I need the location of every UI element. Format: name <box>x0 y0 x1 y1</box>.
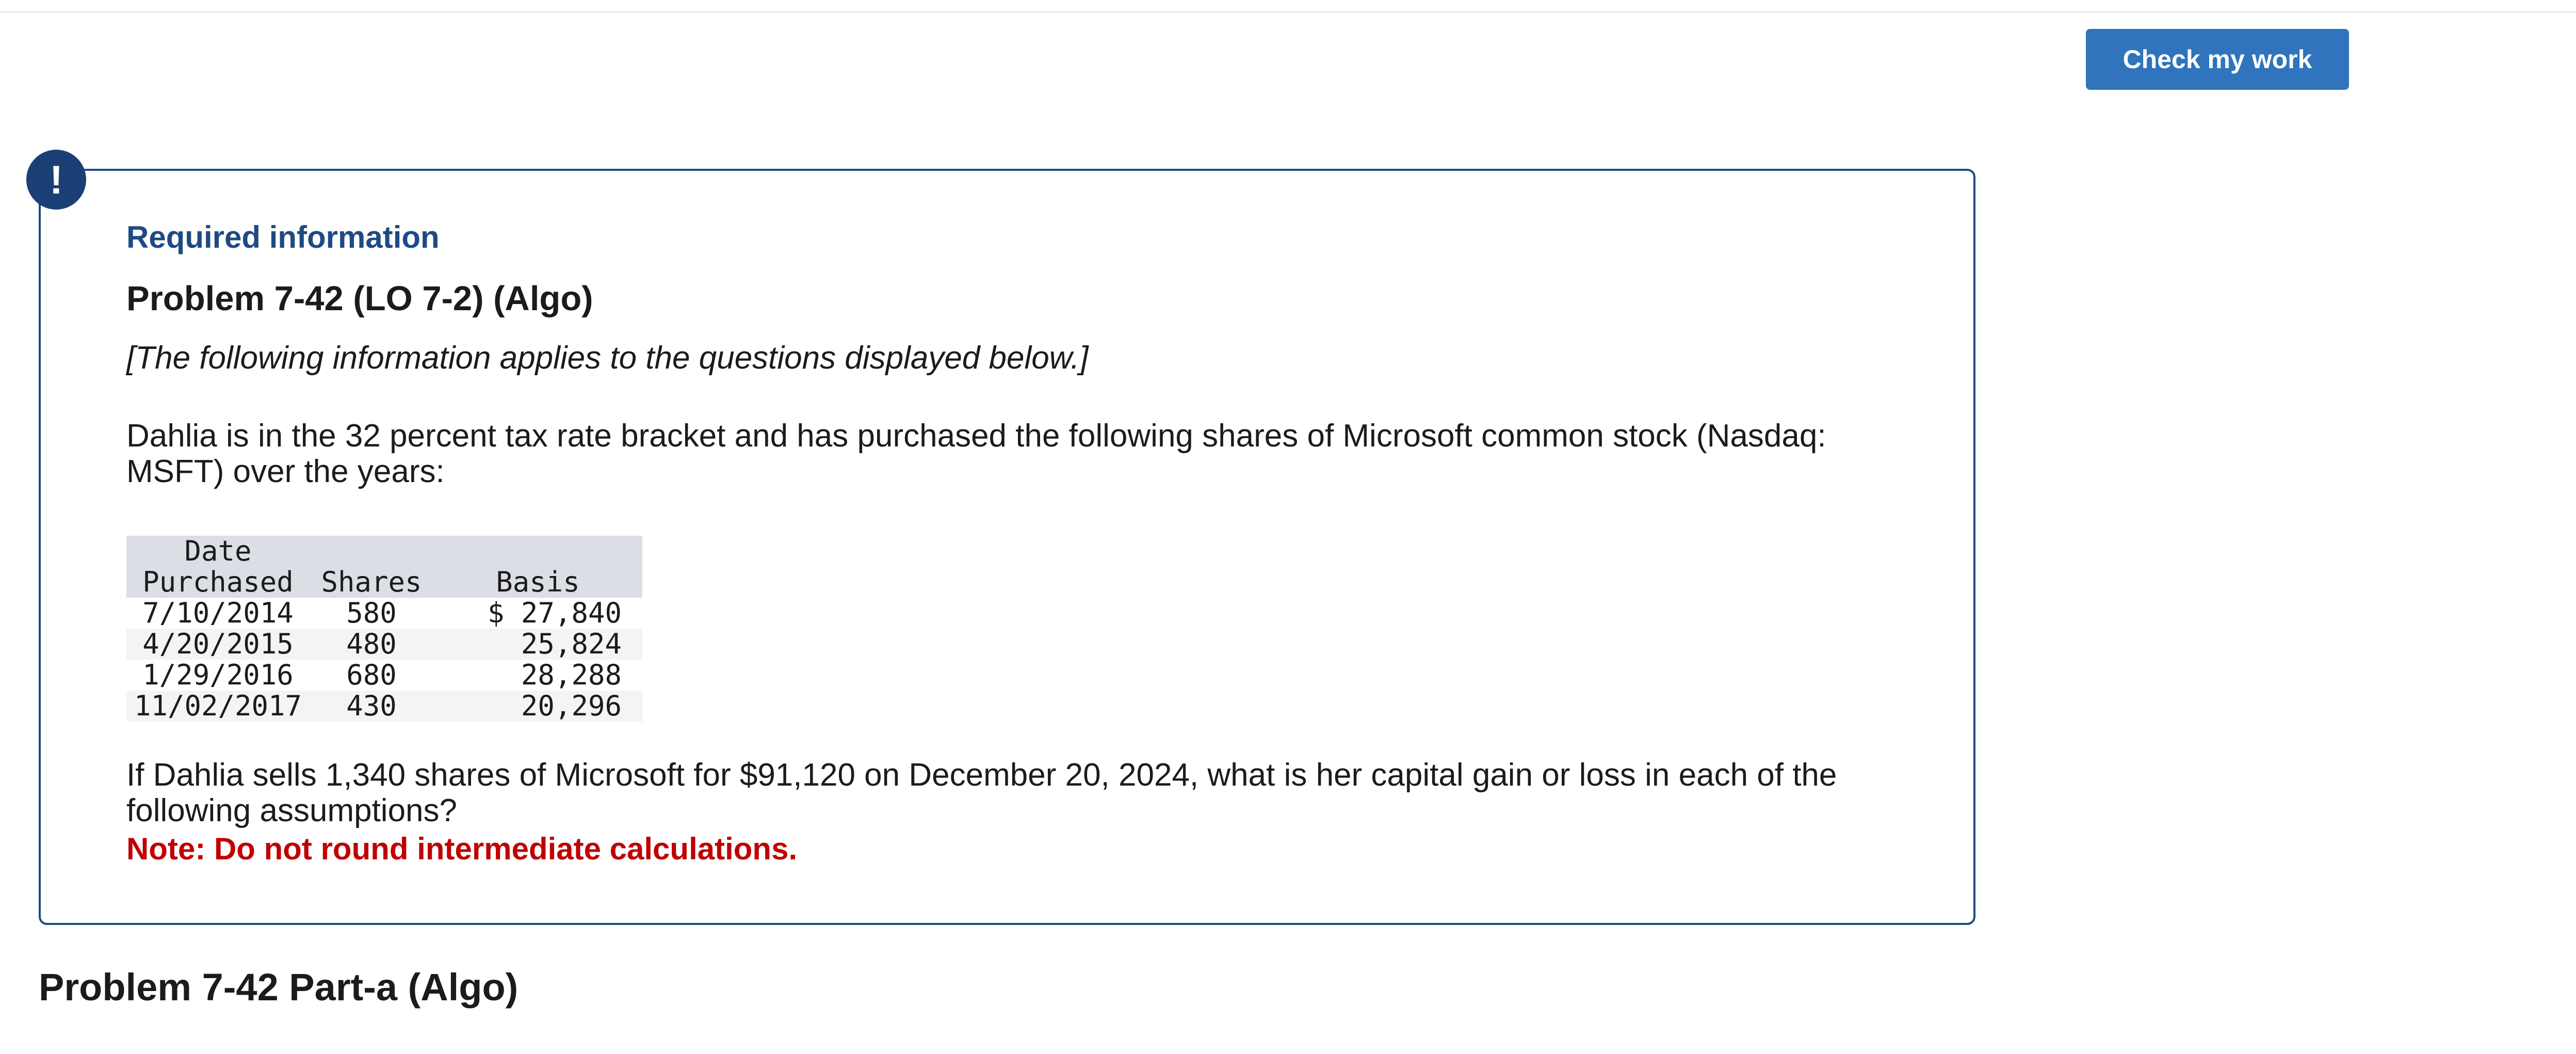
share-purchases-table: Date Purchased Shares Basis 7/10/2014 58… <box>126 536 642 722</box>
problem-title: Problem 7-42 (LO 7-2) (Algo) <box>126 279 593 318</box>
column-header-date-line2: Purchased <box>142 566 294 598</box>
table-row: 11/02/2017 430 20,296 <box>126 691 642 722</box>
check-my-work-button[interactable]: Check my work <box>2086 29 2349 90</box>
column-header-shares: Shares <box>310 536 433 598</box>
cell-shares: 430 <box>310 691 433 722</box>
cell-basis: 20,296 <box>433 691 642 722</box>
required-information-label: Required information <box>126 220 440 254</box>
question-text: If Dahlia sells 1,340 shares of Microsof… <box>126 757 1837 828</box>
table-row: 1/29/2016 680 28,288 <box>126 660 642 691</box>
table-row: 7/10/2014 580 $ 27,840 <box>126 598 642 629</box>
cell-shares: 480 <box>310 629 433 660</box>
cell-date: 4/20/2015 <box>126 629 310 660</box>
column-header-basis: Basis <box>433 536 642 598</box>
column-header-date-purchased: Date Purchased <box>126 536 310 598</box>
cell-shares: 580 <box>310 598 433 629</box>
table-row: 4/20/2015 480 25,824 <box>126 629 642 660</box>
cell-date: 11/02/2017 <box>126 691 310 722</box>
rounding-note: Note: Do not round intermediate calculat… <box>126 832 798 866</box>
part-title: Problem 7-42 Part-a (Algo) <box>39 966 519 1009</box>
intro-text: Dahlia is in the 32 percent tax rate bra… <box>126 418 1826 489</box>
applies-note: [The following information applies to th… <box>126 340 1089 376</box>
cell-basis: 28,288 <box>433 660 642 691</box>
cell-shares: 680 <box>310 660 433 691</box>
cell-date: 1/29/2016 <box>126 660 310 691</box>
exclamation-icon: ! <box>26 150 86 210</box>
top-divider <box>0 11 2576 13</box>
column-header-date-line1: Date <box>184 535 252 567</box>
cell-date: 7/10/2014 <box>126 598 310 629</box>
cell-basis: 25,824 <box>433 629 642 660</box>
cell-basis: $ 27,840 <box>433 598 642 629</box>
table-header-row: Date Purchased Shares Basis <box>126 536 642 598</box>
